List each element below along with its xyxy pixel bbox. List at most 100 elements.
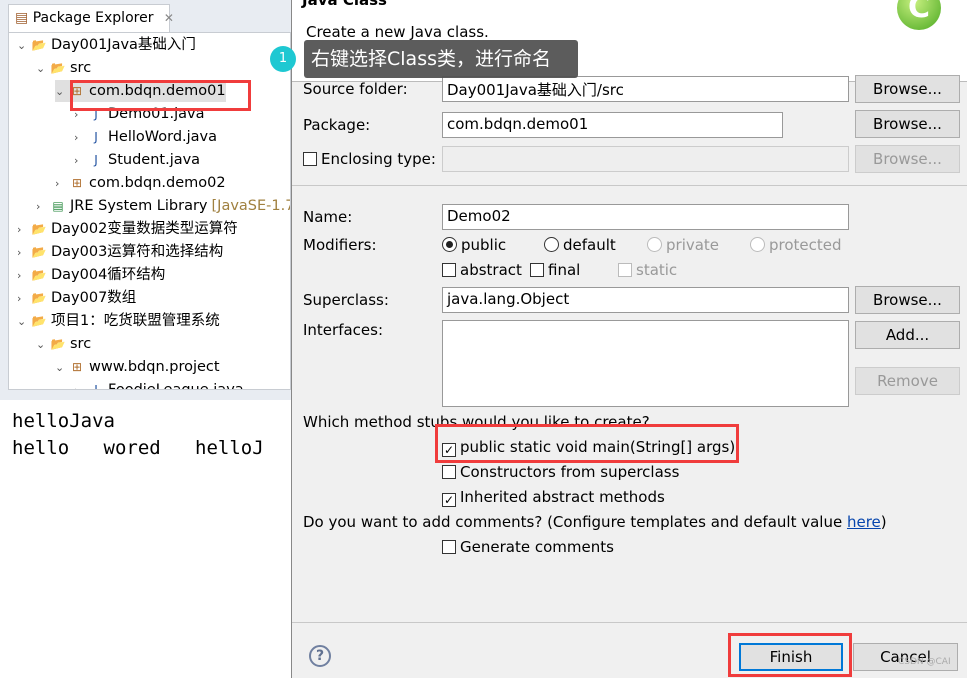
- tree-item-label: Day007数组: [51, 290, 137, 306]
- radio-private: private: [647, 236, 719, 254]
- console-line: helloJava: [12, 410, 115, 432]
- chevron-right-icon[interactable]: ›: [74, 380, 88, 389]
- tree-item[interactable]: › ⊞ com.bdqn.demo02: [55, 172, 226, 194]
- chevron-right-icon[interactable]: ›: [17, 219, 31, 241]
- radio-label: private: [666, 236, 720, 254]
- checkbox-icon: [303, 152, 317, 166]
- highlight-main-stub: [435, 424, 739, 463]
- comments-question: Do you want to add comments? (Configure …: [303, 513, 887, 531]
- java-file-icon: J: [94, 153, 98, 167]
- checkbox-checked-icon: ✓: [442, 493, 456, 507]
- step-badge: 1: [270, 46, 296, 72]
- radio-label: protected: [769, 236, 842, 254]
- checkbox-label: Inherited abstract methods: [460, 488, 665, 506]
- checkbox-inherited-stub[interactable]: ✓ Inherited abstract methods: [442, 488, 665, 507]
- tree-item-label: FoodieLeague.java: [108, 382, 244, 390]
- radio-label: default: [563, 236, 616, 254]
- tree-item-label: Student.java: [108, 152, 201, 168]
- checkbox-generate-comments[interactable]: Generate comments: [442, 538, 614, 556]
- checkbox-abstract[interactable]: abstract: [442, 261, 522, 279]
- chevron-down-icon[interactable]: ⌄: [55, 357, 69, 379]
- chevron-right-icon[interactable]: ›: [17, 242, 31, 264]
- comments-question-end: ): [880, 513, 887, 531]
- tree-item[interactable]: › 📂 Day002变量数据类型运算符: [17, 218, 238, 240]
- tree-item-label: Day002变量数据类型运算符: [51, 221, 238, 237]
- console-line: hello wored helloJ: [12, 437, 264, 459]
- superclass-browse-button[interactable]: Browse...: [855, 286, 960, 314]
- tree-item-label: Day004循环结构: [51, 267, 166, 283]
- chevron-right-icon[interactable]: ›: [36, 196, 50, 218]
- tree-item-label: HelloWord.java: [108, 129, 218, 145]
- java-file-icon: J: [94, 130, 98, 144]
- chevron-down-icon[interactable]: ⌄: [36, 334, 50, 356]
- tree-item[interactable]: ⌄ ⊞ www.bdqn.project: [55, 356, 220, 378]
- chevron-right-icon[interactable]: ›: [74, 127, 88, 149]
- chevron-down-icon[interactable]: ⌄: [17, 311, 31, 333]
- interfaces-list[interactable]: [442, 320, 849, 407]
- new-java-class-dialog: Java Class Create a new Java class. C So…: [270, 0, 967, 678]
- checkbox-icon: [442, 540, 456, 554]
- highlight-finish: [728, 633, 852, 677]
- dialog-title: Java Class: [302, 0, 387, 9]
- project-folder-icon: 📂: [31, 222, 47, 236]
- package-icon: ⊞: [71, 176, 83, 190]
- tree-item[interactable]: › J HelloWord.java: [74, 126, 217, 148]
- tree-item[interactable]: ⌄ 📂 src: [36, 333, 91, 355]
- chevron-down-icon[interactable]: ⌄: [36, 58, 50, 80]
- source-folder-input[interactable]: Day001Java基础入门/src: [442, 76, 849, 102]
- checkbox-final[interactable]: final: [530, 261, 580, 279]
- chevron-right-icon[interactable]: ›: [74, 150, 88, 172]
- source-folder-browse-button[interactable]: Browse...: [855, 75, 960, 103]
- source-folder-label: Source folder:: [303, 80, 408, 98]
- chevron-down-icon[interactable]: ⌄: [55, 81, 69, 103]
- chevron-right-icon[interactable]: ›: [17, 288, 31, 310]
- project-folder-icon: 📂: [31, 291, 47, 305]
- tree-item-label: src: [70, 336, 92, 352]
- radio-icon: [442, 237, 457, 252]
- help-icon[interactable]: ?: [309, 645, 331, 667]
- tree-item-label: Day001Java基础入门: [51, 37, 196, 53]
- java-file-icon: J: [94, 383, 98, 390]
- tab-package-explorer[interactable]: ▤ Package Explorer ✕: [8, 4, 174, 32]
- checkbox-constructors-stub[interactable]: Constructors from superclass: [442, 463, 679, 481]
- superclass-input[interactable]: java.lang.Object: [442, 287, 849, 313]
- modifiers-label: Modifiers:: [303, 236, 377, 254]
- tree-item-label: JRE System Library: [70, 198, 208, 214]
- project-folder-icon: 📂: [31, 38, 47, 52]
- package-explorer-panel: ▤ Package Explorer ✕ ⌄ 📂 Day001Java基础入门 ⌄ 📂 s…: [0, 0, 291, 678]
- checkbox-label: Constructors from superclass: [460, 463, 680, 481]
- tooltip: 右键选择Class类，进行命名: [304, 40, 578, 78]
- tree-item[interactable]: › 📂 Day003运算符和选择结构: [17, 241, 223, 263]
- chevron-down-icon[interactable]: ⌄: [17, 35, 31, 57]
- interfaces-label: Interfaces:: [303, 321, 384, 339]
- chevron-right-icon[interactable]: ›: [17, 265, 31, 287]
- tree-item[interactable]: ⌄ 📂 src: [36, 57, 91, 79]
- tree-item[interactable]: › 📂 Day004循环结构: [17, 264, 165, 286]
- project-folder-icon: 📂: [31, 314, 47, 328]
- close-icon[interactable]: ✕: [164, 11, 174, 25]
- package-input[interactable]: com.bdqn.demo01: [442, 112, 783, 138]
- tree-item[interactable]: › J Student.java: [74, 149, 200, 171]
- name-input[interactable]: Demo02: [442, 204, 849, 230]
- radio-default[interactable]: default: [544, 236, 616, 254]
- tree-item[interactable]: ⌄ 📂 项目1：吃货联盟管理系统: [17, 310, 220, 332]
- package-explorer-icon: ▤: [15, 10, 29, 26]
- enclosing-type-checkbox[interactable]: Enclosing type:: [303, 150, 436, 168]
- tree-item[interactable]: › J FoodieLeague.java: [74, 379, 244, 390]
- project-folder-icon: 📂: [31, 268, 47, 282]
- tree-item[interactable]: › 📂 Day007数组: [17, 287, 136, 309]
- add-interface-button[interactable]: Add...: [855, 321, 960, 349]
- java-class-icon: C: [897, 0, 941, 30]
- tree-item[interactable]: › ▤ JRE System Library [JavaSE-1.7: [36, 195, 290, 218]
- package-browse-button[interactable]: Browse...: [855, 110, 960, 138]
- tree-item-label: com.bdqn.demo02: [89, 175, 226, 191]
- radio-icon: [750, 237, 765, 252]
- tree-item-label: Day003运算符和选择结构: [51, 244, 224, 260]
- templates-link[interactable]: here: [847, 513, 881, 531]
- chevron-right-icon[interactable]: ›: [55, 173, 69, 195]
- checkbox-icon: [442, 465, 456, 479]
- enclosing-type-input: [442, 146, 849, 172]
- tree-item[interactable]: ⌄ 📂 Day001Java基础入门: [17, 34, 196, 56]
- tab-label: Package Explorer: [32, 10, 154, 26]
- radio-public[interactable]: public: [442, 236, 506, 254]
